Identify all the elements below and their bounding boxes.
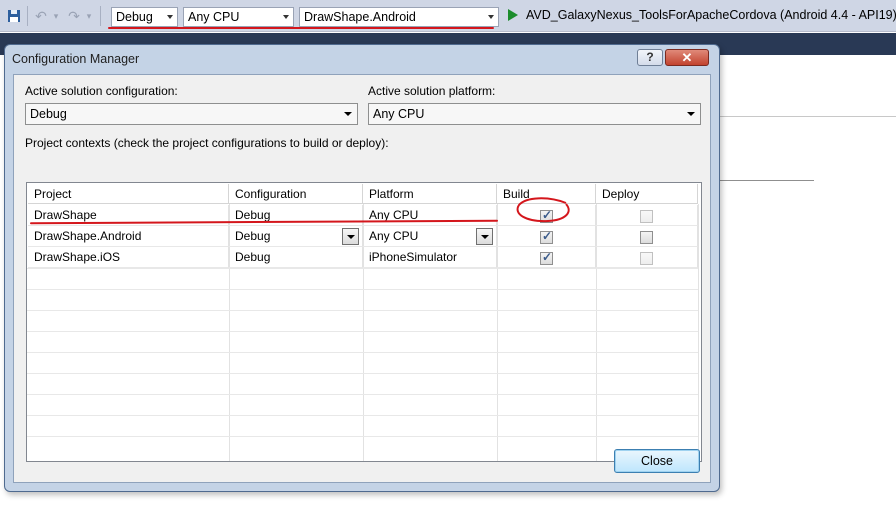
close-window-button[interactable]: ✕ (665, 49, 709, 66)
active-platform-label: Active solution platform: (368, 84, 496, 98)
build-checkbox[interactable] (540, 229, 553, 244)
grid-line (27, 394, 698, 395)
grid-line (27, 415, 698, 416)
table-row-platform[interactable]: Any CPU (363, 205, 497, 226)
startup-project-combo[interactable]: DrawShape.Android (299, 7, 499, 27)
annotation-underline-toolbar (108, 27, 494, 29)
grid-line (27, 331, 698, 332)
deploy-checkbox (640, 210, 653, 223)
deploy-checkbox[interactable] (640, 231, 653, 244)
grid-line (698, 204, 699, 461)
configuration-combo[interactable]: Debug (111, 7, 178, 27)
startup-project-value: DrawShape.Android (304, 10, 416, 24)
platform-value: Any CPU (188, 10, 240, 24)
grid-line (27, 289, 698, 290)
active-config-select[interactable]: Debug (25, 103, 358, 125)
configuration-value: Debug (116, 10, 153, 24)
column-header-configuration[interactable]: Configuration (229, 184, 363, 204)
configuration-manager-dialog: Configuration Manager ? ✕ Active solutio… (4, 44, 720, 492)
platform-dropdown-button[interactable] (476, 228, 493, 245)
grid-line (27, 352, 698, 353)
chevron-down-icon (283, 15, 289, 19)
column-header-project[interactable]: Project (28, 184, 229, 204)
chevron-down-icon (344, 112, 352, 116)
dialog-title: Configuration Manager (12, 52, 140, 66)
ide-divider (720, 116, 896, 117)
help-button[interactable]: ? (637, 49, 663, 66)
deploy-checkbox (640, 252, 653, 265)
project-contexts-grid: Project Configuration Platform Build Dep… (26, 182, 702, 462)
active-platform-value: Any CPU (373, 107, 425, 121)
grid-line (27, 268, 698, 269)
toolbar-separator (100, 6, 101, 26)
configuration-dropdown-button[interactable] (342, 228, 359, 245)
undo-icon[interactable]: ↶ (33, 6, 49, 26)
active-config-label: Active solution configuration: (25, 84, 178, 98)
dialog-body: Active solution configuration: Debug Act… (13, 74, 711, 483)
save-all-icon[interactable] (5, 6, 23, 26)
grid-line (27, 436, 698, 437)
column-header-build[interactable]: Build (497, 184, 596, 204)
build-checkbox[interactable] (540, 208, 553, 223)
run-icon[interactable] (508, 9, 518, 21)
grid-line (27, 310, 698, 311)
toolbar-separator (27, 6, 28, 26)
redo-dropdown-icon[interactable]: ▾ (84, 6, 94, 26)
table-row-project[interactable]: DrawShape.Android (28, 226, 229, 247)
build-checkbox[interactable] (540, 250, 553, 265)
grid-line (27, 373, 698, 374)
ide-divider (720, 180, 814, 181)
chevron-down-icon (167, 15, 173, 19)
table-row-configuration[interactable]: Debug (229, 247, 363, 268)
undo-dropdown-icon[interactable]: ▾ (51, 6, 61, 26)
chevron-down-icon (488, 15, 494, 19)
table-row-project[interactable]: DrawShape.iOS (28, 247, 229, 268)
table-row-platform[interactable]: iPhoneSimulator (363, 247, 497, 268)
redo-icon[interactable]: ↷ (66, 6, 82, 26)
project-contexts-label: Project contexts (check the project conf… (25, 136, 389, 150)
active-config-value: Debug (30, 107, 67, 121)
chevron-down-icon (687, 112, 695, 116)
column-header-deploy[interactable]: Deploy (596, 184, 698, 204)
close-button[interactable]: Close (614, 449, 700, 473)
run-target-label[interactable]: AVD_GalaxyNexus_ToolsForApacheCordova (A… (526, 8, 896, 22)
platform-combo[interactable]: Any CPU (183, 7, 294, 27)
active-platform-select[interactable]: Any CPU (368, 103, 701, 125)
column-header-platform[interactable]: Platform (363, 184, 497, 204)
